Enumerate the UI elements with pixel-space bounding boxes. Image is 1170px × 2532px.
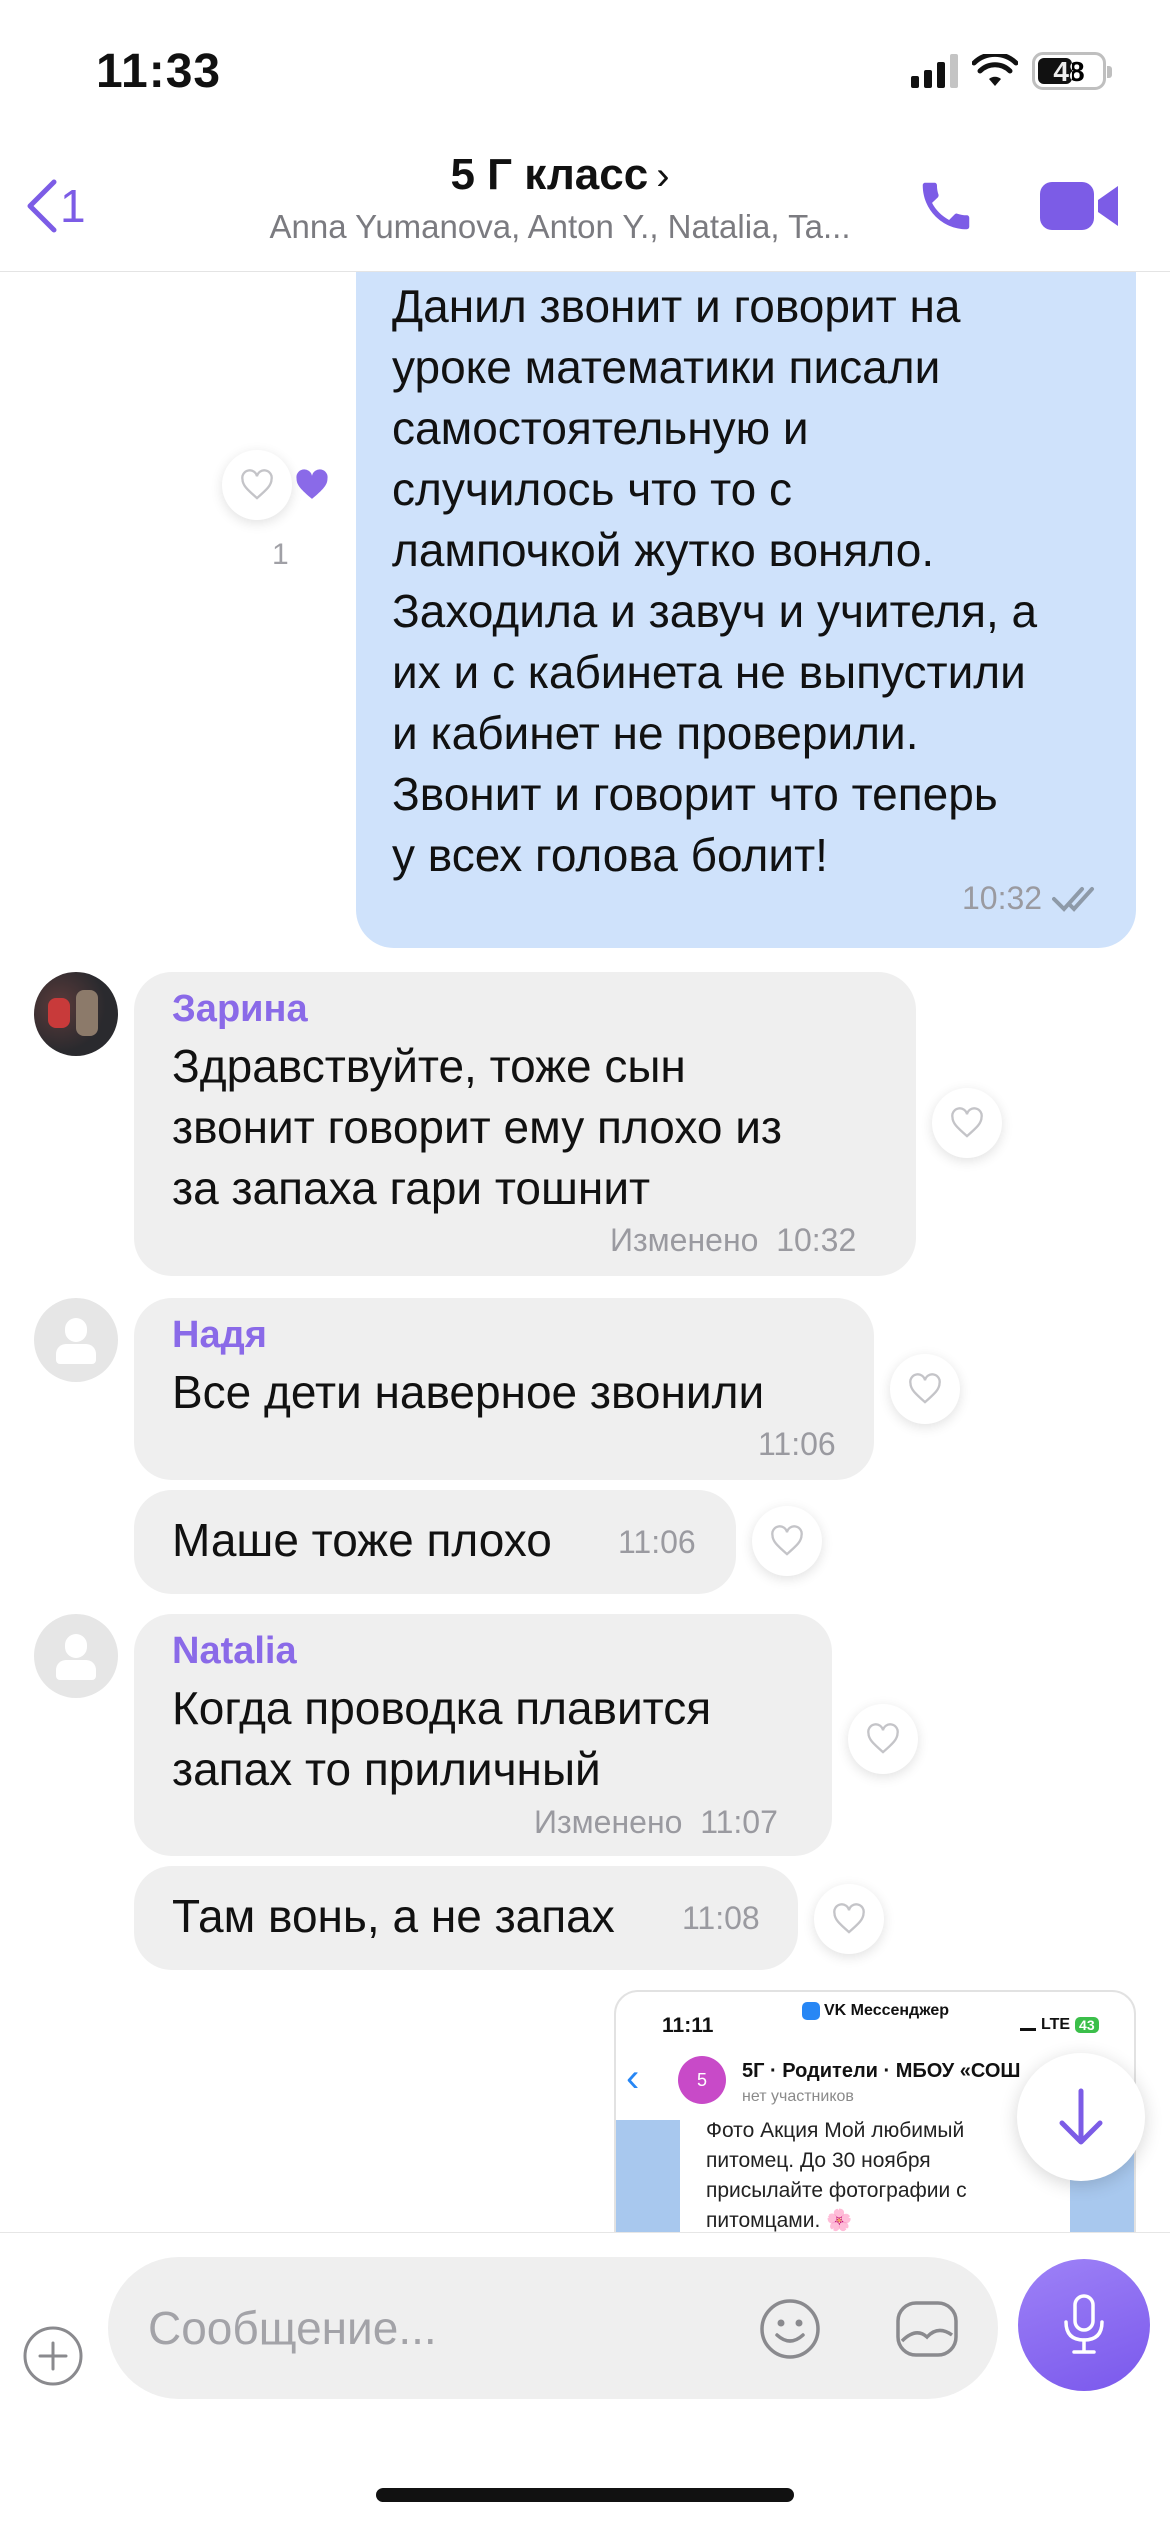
home-indicator[interactable] (376, 2488, 794, 2502)
edited-label: Изменено (534, 1804, 683, 1840)
shot-avatar: 5 (678, 2056, 726, 2104)
voice-message-button[interactable] (1018, 2259, 1150, 2391)
incoming-message[interactable]: Надя Все дети наверное звонили 11:06 (134, 1298, 874, 1480)
smiley-icon (760, 2299, 820, 2359)
status-bar: 11:33 48 (0, 0, 1170, 140)
message-text: Все дети наверное звонили (172, 1366, 765, 1418)
shot-time: 11:11 (662, 2014, 714, 2037)
heart-outline-icon (951, 1107, 983, 1138)
unread-count: 1 (60, 180, 86, 232)
message-text: Там вонь, а не запах (172, 1890, 615, 1942)
emoji-button[interactable] (758, 2297, 822, 2366)
message-text: Здравствуйте, тоже сын звонит говорит ем… (172, 1040, 782, 1214)
chat-members: Anna Yumanova, Anton Y., Natalia, Ta... (269, 208, 851, 245)
attach-button[interactable] (22, 2325, 84, 2392)
shot-message-text: Фото Акция Мой любимый питомец. До 30 но… (706, 2119, 967, 2232)
like-button[interactable] (222, 450, 292, 520)
like-button[interactable] (848, 1704, 918, 1774)
sender-name: Зарина (172, 988, 308, 1030)
incoming-message[interactable]: Natalia Когда проводка плавится запах то… (134, 1614, 832, 1856)
edited-label: Изменено (610, 1222, 759, 1258)
incoming-message[interactable]: Зарина Здравствуйте, тоже сын звонит гов… (134, 972, 916, 1276)
shot-chat-sub: нет участников (742, 2088, 854, 2105)
battery-level: 48 (1053, 56, 1085, 87)
message-placeholder: Сообщение... (148, 2302, 437, 2354)
chevron-left-icon (27, 179, 57, 233)
signal-icon (911, 54, 958, 88)
chat-title: 5 Г класс › (450, 150, 670, 199)
avatar[interactable] (34, 1298, 118, 1382)
sender-name: Natalia (172, 1630, 297, 1672)
message-input[interactable]: Сообщение... (108, 2257, 998, 2399)
image-icon (896, 2301, 958, 2357)
wifi-icon (972, 54, 1018, 88)
reaction-count: 1 (272, 538, 289, 571)
message-list[interactable]: Данил звонит и говорит на уроке математи… (0, 272, 1170, 2232)
heart-outline-icon (771, 1525, 803, 1556)
avatar[interactable] (34, 972, 118, 1056)
microphone-icon (1064, 2294, 1104, 2354)
composer: Сообщение... (0, 2232, 1170, 2532)
like-button[interactable] (890, 1354, 960, 1424)
incoming-message[interactable]: Маше тоже плохо 11:06 (134, 1490, 736, 1594)
shot-app-name: VK Мессенджер (824, 2002, 950, 2019)
vk-logo-icon (802, 2002, 820, 2020)
message-time: 11:06 (758, 1426, 836, 1462)
gallery-button[interactable] (894, 2297, 960, 2366)
message-time: 11:08 (682, 1900, 760, 1936)
chevron-right-icon: › (656, 154, 670, 198)
sender-name: Надя (172, 1314, 267, 1356)
message-text: Когда проводка плавится запах то приличн… (172, 1682, 712, 1795)
video-call-button[interactable] (1038, 178, 1120, 239)
heart-outline-icon (833, 1903, 865, 1934)
battery-icon: 48 (1032, 52, 1112, 90)
call-button[interactable] (915, 175, 977, 242)
heart-outline-icon (909, 1373, 941, 1404)
heart-outline-icon (241, 469, 273, 500)
message-text: Маше тоже плохо (172, 1514, 552, 1566)
shot-battery: 43 (1075, 2017, 1099, 2033)
outgoing-message[interactable]: Данил звонит и говорит на уроке математи… (356, 272, 1136, 948)
like-button[interactable] (932, 1088, 1002, 1158)
avatar[interactable] (34, 1614, 118, 1698)
chevron-left-icon: ‹ (626, 2056, 640, 2100)
incoming-message[interactable]: Там вонь, а не запах 11:08 (134, 1866, 798, 1970)
signal-icon (1020, 2019, 1036, 2031)
heart-outline-icon (867, 1723, 899, 1754)
scroll-down-button[interactable] (1017, 2053, 1145, 2181)
message-time: 10:32 (776, 1222, 857, 1258)
reaction-heart[interactable] (293, 468, 331, 507)
shot-background (616, 2120, 680, 2232)
plus-circle-icon (23, 2326, 83, 2386)
like-button[interactable] (752, 1506, 822, 1576)
shot-network: LTE (1041, 2016, 1071, 2033)
heart-filled-icon (296, 469, 328, 499)
message-time: 10:32 (962, 880, 1043, 916)
like-button[interactable] (814, 1884, 884, 1954)
back-button[interactable]: 1 (22, 176, 86, 236)
chat-info[interactable]: 5 Г класс › Anna Yumanova, Anton Y., Nata… (180, 150, 940, 246)
message-time: 11:06 (618, 1524, 696, 1560)
double-check-icon (1052, 886, 1095, 912)
status-time: 11:33 (96, 45, 222, 98)
message-time: 11:07 (700, 1804, 778, 1840)
chat-header: 1 5 Г класс › Anna Yumanova, Anton Y., Na… (0, 140, 1170, 272)
message-text: Данил звонит и говорит на уроке математи… (392, 280, 1038, 881)
arrow-down-icon (1059, 2088, 1103, 2145)
phone-icon (922, 182, 970, 230)
video-camera-icon (1040, 182, 1118, 230)
